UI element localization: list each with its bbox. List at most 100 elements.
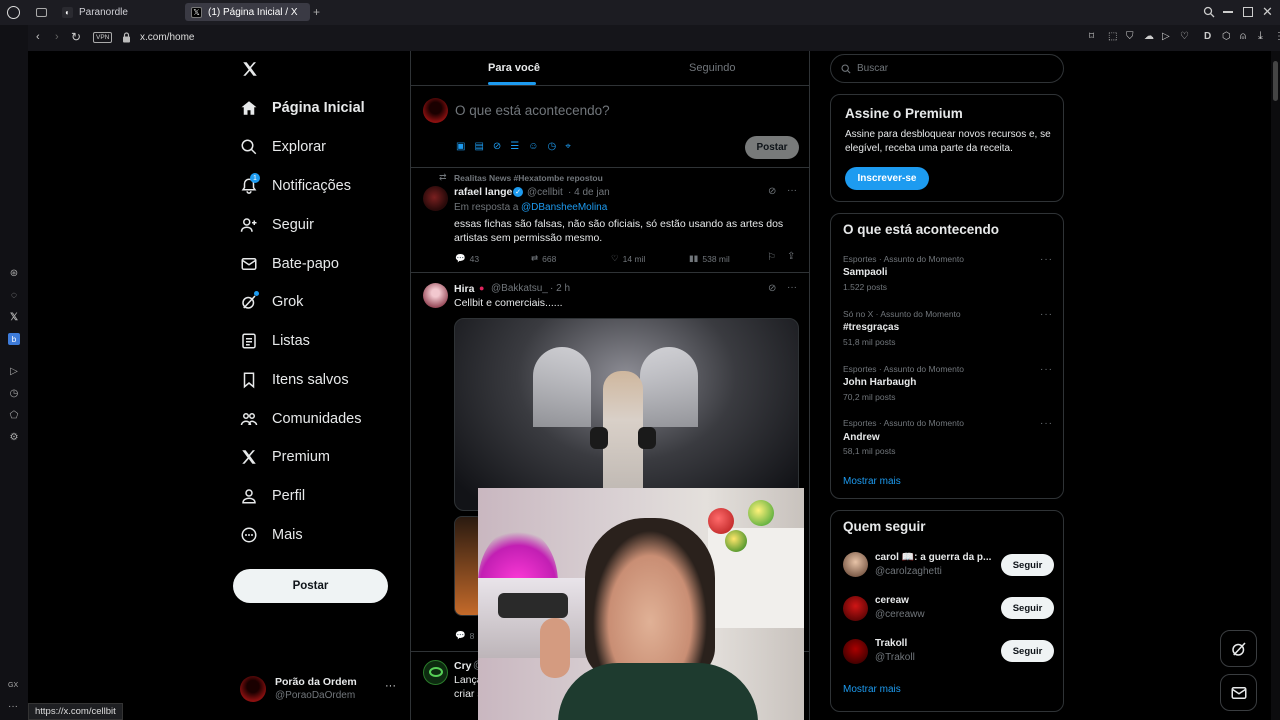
post-author-name[interactable]: rafael lange [454,186,512,198]
url-text[interactable]: x.com/home [140,32,194,43]
puzzle-icon[interactable]: ⬡ [1222,31,1231,42]
back-icon[interactable]: ‹ [36,31,40,43]
post-author-handle[interactable]: @cellbit [527,187,563,198]
repost-action[interactable]: ⇄ 668 [531,253,556,264]
post-time[interactable]: · 2 h [550,283,570,294]
follow-avatar[interactable] [843,596,868,621]
bookmark-action-icon[interactable]: ⚐ [767,252,776,263]
follow-avatar[interactable] [843,552,868,577]
gx-label[interactable]: GX [8,682,18,689]
follow-button[interactable]: Seguir [1001,597,1054,619]
post-author-handle[interactable]: @Bakkatsu_ [491,283,548,294]
download-cloud-icon[interactable]: ☁ [1144,31,1154,42]
tab-paranordle[interactable]: ◐ Paranordle [56,3,180,21]
follow-name[interactable]: Trakoll [875,638,907,649]
account-switcher[interactable]: Porão da Ordem @PoraoDaOrdem ··· [240,674,400,706]
minimize-icon[interactable] [1223,11,1233,13]
profile-icon[interactable]: ⍝ [1240,31,1246,42]
image-icon[interactable]: ▣ [456,141,465,152]
nav-home[interactable]: Página Inicial [240,99,365,117]
settings-gear-icon[interactable]: ⚙ [8,431,20,443]
grok-post-icon[interactable]: ⊘ [768,283,776,294]
follow-button[interactable]: Seguir [1001,554,1054,576]
compose-input[interactable]: O que está acontecendo? [455,103,610,118]
emoji-icon[interactable]: ☺ [528,141,538,152]
extensions-icon[interactable]: ⬠ [8,409,20,421]
post-avatar[interactable] [423,283,448,308]
extension-d-icon[interactable]: D [1204,31,1211,42]
post-author-name[interactable]: Cry [454,660,472,672]
heart-icon[interactable]: ♡ [1180,31,1189,42]
snapshot-icon[interactable]: ⬚ [1108,31,1117,42]
reload-icon[interactable]: ↻ [71,30,81,44]
x-sidebar-icon[interactable]: 𝕏 [8,311,20,323]
trend-more-icon[interactable]: ··· [1040,309,1053,320]
bluesky-icon[interactable]: b [8,333,20,345]
search-box[interactable]: Buscar [830,54,1064,83]
scrollbar-thumb[interactable] [1273,61,1278,101]
menu-icon[interactable]: ⋮ [1274,31,1280,42]
nav-bookmarks[interactable]: Itens salvos [240,371,349,389]
like-action[interactable]: ♡ 14 mil [611,253,645,264]
nav-explore[interactable]: Explorar [240,138,326,156]
trend-more-icon[interactable]: ··· [1040,418,1053,429]
reply-to-link[interactable]: @DBansheeMolina [521,202,607,213]
post-more-icon[interactable]: ··· [787,282,797,293]
maximize-icon[interactable] [1243,7,1253,17]
follow-name[interactable]: carol 📖: a guerra da p... [875,552,991,563]
nav-premium[interactable]: Premium [240,448,330,466]
post-avatar[interactable] [423,660,448,685]
gif-icon[interactable]: ▤ [474,141,483,152]
messages-float-button[interactable] [1220,674,1257,711]
trends-show-more-link[interactable]: Mostrar mais [843,476,901,487]
views-action[interactable]: ▮▮ 538 mil [689,253,730,264]
forward-icon[interactable]: › [55,31,59,43]
follow-name[interactable]: cereaw [875,595,909,606]
post-avatar[interactable] [423,186,448,211]
x-logo-icon[interactable] [241,60,259,78]
nav-chat[interactable]: Bate-papo [240,255,339,273]
subscribe-button[interactable]: Inscrever-se [845,167,929,190]
grok-compose-icon[interactable]: ⊘ [493,141,501,152]
close-window-icon[interactable]: ✕ [1262,4,1273,20]
whatsapp-icon[interactable]: ◌ [8,289,20,301]
history-icon[interactable]: ◷ [8,387,20,399]
location-icon[interactable]: ⌖ [565,141,571,152]
compose-post-button[interactable]: Postar [745,136,799,159]
download-icon[interactable]: ⤓ [1258,30,1263,43]
sidebar-more-icon[interactable]: ··· [8,701,18,712]
opera-gx-logo-icon[interactable] [7,6,20,19]
play-icon[interactable]: ▷ [1162,31,1170,42]
post-button[interactable]: Postar [233,569,388,603]
post-time[interactable]: · 4 de jan [568,187,610,198]
camera-icon[interactable]: ⌑ [1089,31,1094,42]
tab-following[interactable]: Seguindo [689,62,736,74]
follow-button[interactable]: Seguir [1001,640,1054,662]
search-tabs-icon[interactable] [1203,6,1215,18]
nav-follow[interactable]: Seguir [240,216,314,234]
poll-icon[interactable]: ☰ [510,141,519,152]
send-icon[interactable]: ▷ [8,365,20,377]
follow-avatar[interactable] [843,639,868,664]
nav-more[interactable]: Mais [240,526,303,544]
vpn-badge[interactable]: VPN [93,32,113,43]
trend-more-icon[interactable]: ··· [1040,364,1053,375]
post-media-image[interactable] [454,318,799,511]
schedule-icon[interactable]: ◷ [547,141,556,152]
chatgpt-icon[interactable]: ⊛ [8,267,20,279]
workspaces-icon[interactable] [36,8,47,17]
post-more-icon[interactable]: ··· [787,185,797,196]
grok-float-button[interactable] [1220,630,1257,667]
lock-icon[interactable] [122,32,131,43]
nav-notifications[interactable]: 1 Notificações [240,173,351,195]
follow-show-more-link[interactable]: Mostrar mais [843,684,901,695]
tab-x-home[interactable]: 𝕏 (1) Página Inicial / X [185,3,310,21]
nav-communities[interactable]: Comunidades [240,410,361,428]
share-icon[interactable]: ⇪ [787,251,795,262]
trend-more-icon[interactable]: ··· [1040,254,1053,265]
nav-profile[interactable]: Perfil [240,487,305,505]
grok-post-icon[interactable]: ⊘ [768,186,776,197]
post-author-name[interactable]: Hira [454,283,474,295]
nav-grok[interactable]: Grok [240,291,303,311]
reply-action[interactable]: 💬 8 [455,630,474,641]
